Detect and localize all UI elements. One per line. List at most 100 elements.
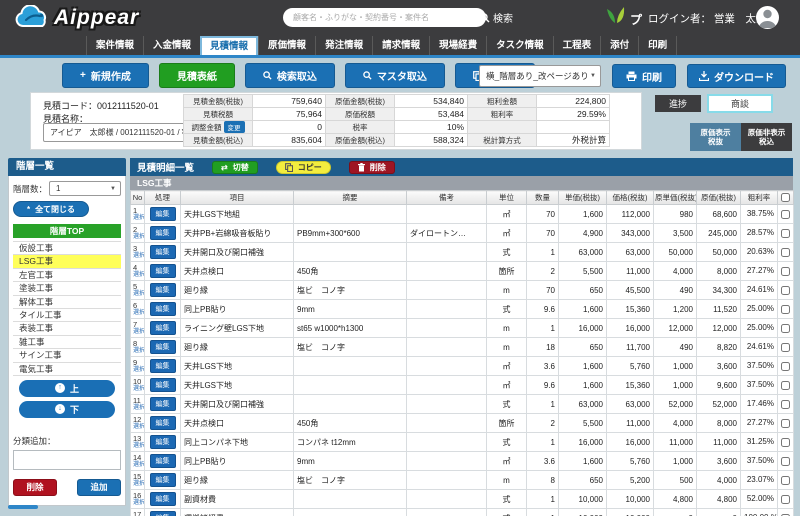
estimate-cover-button[interactable]: 見積表紙 — [159, 63, 235, 88]
sidebar-item-雑工事[interactable]: 雑工事 — [13, 336, 121, 349]
tab-現場経費[interactable]: 現場経費 — [429, 36, 486, 55]
category-add-input[interactable] — [13, 450, 121, 470]
tab-工程表[interactable]: 工程表 — [553, 36, 601, 55]
sidebar-item-仮設工事[interactable]: 仮設工事 — [13, 242, 121, 255]
tab-案件情報[interactable]: 案件情報 — [86, 36, 143, 55]
row-checkbox[interactable] — [781, 457, 790, 466]
hierarchy-sidebar: 階層一覧 階層数： 1 ▼ * 全て閉じる 階層TOP 仮設工事LSG工事左官工… — [8, 158, 126, 510]
progress-button[interactable]: 進捗 — [655, 95, 701, 112]
sidebar-scrollbar-thumb[interactable] — [8, 505, 38, 509]
row-select-link[interactable]: 選択 — [133, 424, 143, 431]
avatar[interactable] — [756, 6, 779, 29]
row-checkbox[interactable] — [781, 438, 790, 447]
row-select-link[interactable]: 選択 — [133, 481, 143, 488]
row-checkbox[interactable] — [781, 476, 790, 485]
sidebar-item-LSG工事[interactable]: LSG工事 — [13, 255, 121, 268]
row-checkbox[interactable] — [781, 343, 790, 352]
change-adjust-button[interactable]: 変更 — [224, 121, 245, 133]
detail-delete-button[interactable]: 削除 — [349, 161, 395, 174]
row-select-link[interactable]: 選択 — [133, 462, 143, 469]
row-select-link[interactable]: 選択 — [133, 215, 143, 222]
row-checkbox[interactable] — [781, 362, 790, 371]
detail-copy-button[interactable]: コピー — [276, 161, 331, 174]
hierarchy-top-button[interactable]: 階層TOP — [13, 224, 121, 238]
print-button[interactable]: 印刷 — [612, 64, 676, 88]
row-checkbox[interactable] — [781, 248, 790, 257]
level-select[interactable]: 1 ▼ — [49, 181, 121, 196]
row-checkbox[interactable] — [781, 210, 790, 219]
row-checkbox[interactable] — [781, 286, 790, 295]
tab-入金情報[interactable]: 入金情報 — [143, 36, 200, 55]
row-select-link[interactable]: 選択 — [133, 405, 143, 412]
edit-button[interactable]: 編集 — [150, 454, 176, 468]
global-search-input[interactable] — [283, 8, 486, 27]
edit-button[interactable]: 編集 — [150, 511, 176, 516]
edit-button[interactable]: 編集 — [150, 435, 176, 449]
edit-button[interactable]: 編集 — [150, 397, 176, 411]
sidebar-item-電気工事[interactable]: 電気工事 — [13, 363, 121, 376]
edit-button[interactable]: 編集 — [150, 473, 176, 487]
collapse-all-button[interactable]: * 全て閉じる — [13, 201, 89, 217]
edit-button[interactable]: 編集 — [150, 321, 176, 335]
row-select-link[interactable]: 選択 — [133, 272, 143, 279]
edit-button[interactable]: 編集 — [150, 340, 176, 354]
row-select-link[interactable]: 選択 — [133, 291, 143, 298]
tab-タスク情報[interactable]: タスク情報 — [486, 36, 553, 55]
print-layout-select[interactable]: 横_階層あり_改ページあり ▼ — [479, 65, 601, 87]
edit-button[interactable]: 編集 — [150, 264, 176, 278]
cost-hide-toggle[interactable]: 原価非表示 税込 — [741, 123, 792, 151]
sidebar-item-解体工事[interactable]: 解体工事 — [13, 296, 121, 309]
master-import-button[interactable]: マスタ取込 — [345, 63, 445, 88]
switch-button[interactable]: ⇄ 切替 — [212, 161, 258, 174]
row-checkbox[interactable] — [781, 419, 790, 428]
progress-status-button[interactable]: 商談 — [707, 94, 773, 113]
row-select-link[interactable]: 選択 — [133, 234, 143, 241]
category-delete-button[interactable]: 削除 — [13, 479, 57, 496]
select-all-checkbox[interactable] — [781, 193, 790, 202]
row-select-link[interactable]: 選択 — [133, 386, 143, 393]
tab-印刷[interactable]: 印刷 — [638, 36, 677, 55]
sidebar-item-塗装工事[interactable]: 塗装工事 — [13, 282, 121, 295]
tab-請求情報[interactable]: 請求情報 — [372, 36, 429, 55]
category-add-button[interactable]: 追加 — [77, 479, 121, 496]
tab-原価情報[interactable]: 原価情報 — [258, 36, 315, 55]
edit-button[interactable]: 編集 — [150, 207, 176, 221]
move-up-button[interactable]: ↑ 上 — [19, 380, 115, 397]
sidebar-item-表装工事[interactable]: 表装工事 — [13, 322, 121, 335]
edit-button[interactable]: 編集 — [150, 302, 176, 316]
download-button[interactable]: ダウンロード — [687, 64, 786, 88]
new-create-button[interactable]: + 新規作成 — [62, 63, 149, 88]
sidebar-item-左官工事[interactable]: 左官工事 — [13, 269, 121, 282]
row-select-link[interactable]: 選択 — [133, 329, 143, 336]
help-link[interactable]: プ — [604, 6, 642, 28]
row-select-link[interactable]: 選択 — [133, 443, 143, 450]
row-checkbox[interactable] — [781, 229, 790, 238]
tab-添付[interactable]: 添付 — [600, 36, 638, 55]
sidebar-item-サイン工事[interactable]: サイン工事 — [13, 349, 121, 362]
edit-button[interactable]: 編集 — [150, 283, 176, 297]
row-select-link[interactable]: 選択 — [133, 310, 143, 317]
tab-見積情報[interactable]: 見積情報 — [200, 36, 258, 55]
move-down-button[interactable]: ↓ 下 — [19, 401, 115, 418]
cost-show-toggle[interactable]: 原価表示 税抜 — [690, 123, 741, 151]
edit-button[interactable]: 編集 — [150, 359, 176, 373]
tab-発注情報[interactable]: 発注情報 — [315, 36, 372, 55]
row-checkbox[interactable] — [781, 400, 790, 409]
edit-button[interactable]: 編集 — [150, 245, 176, 259]
row-select-link[interactable]: 選択 — [133, 348, 143, 355]
row-select-link[interactable]: 選択 — [133, 500, 143, 507]
row-checkbox[interactable] — [781, 381, 790, 390]
global-search-button[interactable]: 検索 — [474, 9, 519, 26]
row-checkbox[interactable] — [781, 305, 790, 314]
edit-button[interactable]: 編集 — [150, 378, 176, 392]
search-import-button[interactable]: 検索取込 — [245, 63, 335, 88]
sidebar-item-タイル工事[interactable]: タイル工事 — [13, 309, 121, 322]
row-select-link[interactable]: 選択 — [133, 253, 143, 260]
edit-button[interactable]: 編集 — [150, 492, 176, 506]
row-checkbox[interactable] — [781, 495, 790, 504]
row-select-link[interactable]: 選択 — [133, 367, 143, 374]
edit-button[interactable]: 編集 — [150, 416, 176, 430]
row-checkbox[interactable] — [781, 324, 790, 333]
edit-button[interactable]: 編集 — [150, 226, 176, 240]
row-checkbox[interactable] — [781, 267, 790, 276]
